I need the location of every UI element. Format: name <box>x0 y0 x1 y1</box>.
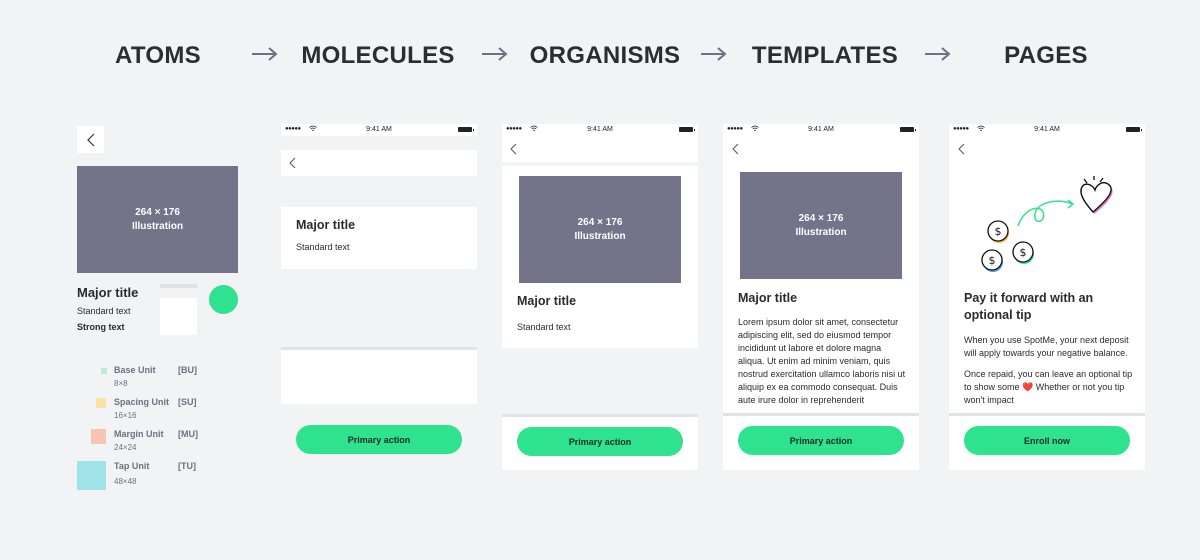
arrow-right-icon <box>700 44 728 64</box>
phone-molecules: ●●●●● 9:41 AM Major title Standard text … <box>281 124 477 470</box>
illustration-size: 264 × 176 <box>798 212 844 224</box>
unit-abbr: [SU] <box>178 397 197 407</box>
unit-swatch <box>96 398 106 408</box>
illustration-label: Illustration <box>795 226 847 238</box>
status-bar: ●●●●● 9:41 AM <box>949 124 1145 136</box>
major-title: Major title <box>77 285 139 300</box>
battery-icon <box>458 127 474 132</box>
unit-size: 48×48 <box>114 477 137 486</box>
illustration-placeholder: 264 × 176 Illustration <box>77 166 238 273</box>
battery-icon <box>1126 127 1142 132</box>
stage-title-templates: TEMPLATES <box>751 42 899 69</box>
major-title: Major title <box>517 294 577 308</box>
unit-name: Spacing Unit <box>114 397 170 407</box>
status-time: 9:41 AM <box>1034 126 1060 133</box>
unit-swatch <box>101 368 107 374</box>
paragraph-1: When you use SpotMe, your next deposit w… <box>964 335 1129 358</box>
nav-bar <box>281 150 477 176</box>
chevron-left-icon[interactable] <box>510 143 517 155</box>
strong-text: Strong text <box>77 322 125 332</box>
unit-name: Margin Unit <box>114 429 164 439</box>
stage-title-atoms: ATOMS <box>115 42 201 69</box>
status-time: 9:41 AM <box>808 126 834 133</box>
status-time: 9:41 AM <box>587 126 613 133</box>
standard-text: Standard text <box>296 242 350 252</box>
illustration-label: Illustration <box>131 220 184 232</box>
loop-arrow <box>1017 200 1074 227</box>
svg-text:$: $ <box>989 254 996 267</box>
back-button[interactable] <box>77 126 104 153</box>
unit-swatch <box>77 461 106 490</box>
footer: Primary action <box>502 417 698 470</box>
stage-title-molecules: MOLECULES <box>301 42 455 69</box>
status-time: 9:41 AM <box>366 126 392 133</box>
body-text: Lorem ipsum dolor sit amet, consectetur … <box>738 317 906 405</box>
heart-icon <box>1080 176 1113 214</box>
stage-title-organisms: ORGANISMS <box>529 42 681 69</box>
illustration-size: 264 × 176 <box>577 216 623 228</box>
unit-abbr: [TU] <box>178 461 196 471</box>
phone-pages: ●●●●● 9:41 AM $ $ $ Pay it forward with … <box>949 124 1145 470</box>
paragraph-2: Once repaid, you can leave an optional t… <box>964 369 1133 405</box>
illustration-size: 264 × 176 <box>135 206 180 218</box>
body-scroll[interactable]: Lorem ipsum dolor sit amet, consectetur … <box>738 316 908 413</box>
unit-swatch <box>91 429 106 444</box>
status-bar: ●●●●● 9:41 AM <box>502 124 698 136</box>
primary-color-swatch <box>209 285 238 314</box>
tip-illustration: $ $ $ <box>981 176 1113 272</box>
standard-text: Standard text <box>517 322 571 332</box>
primary-action-button[interactable]: Primary action <box>738 426 904 455</box>
battery-icon <box>679 127 695 132</box>
standard-text: Standard text <box>77 306 131 316</box>
unit-size: 8×8 <box>114 379 128 388</box>
illustration-placeholder: 264 × 176 Illustration <box>740 172 902 279</box>
divider <box>160 284 197 288</box>
svg-text:$: $ <box>1020 246 1027 259</box>
battery-icon <box>900 127 916 132</box>
illustration-label: Illustration <box>574 230 626 242</box>
arrow-right-icon <box>251 44 279 64</box>
unit-size: 24×24 <box>114 443 137 452</box>
major-title: Major title <box>296 218 356 232</box>
body-scroll[interactable]: When you use SpotMe, your next deposit w… <box>964 334 1136 414</box>
unit-name: Tap Unit <box>114 461 150 471</box>
chevron-left-icon[interactable] <box>732 143 739 155</box>
footer-card <box>281 350 477 404</box>
content-card: Major title Standard text <box>281 207 477 269</box>
chevron-left-icon <box>86 133 94 146</box>
chevron-left-icon[interactable] <box>289 157 296 169</box>
enroll-now-button[interactable]: Enroll now <box>964 426 1130 455</box>
stage-title-pages: PAGES <box>1004 42 1088 69</box>
coin-icon: $ <box>981 249 1003 272</box>
page-title: Pay it forward with an optional tip <box>964 291 1094 322</box>
coin-icon: $ <box>1012 241 1034 264</box>
coin-icon: $ <box>987 220 1009 243</box>
status-bar: ●●●●● 9:41 AM <box>281 124 477 136</box>
phone-templates: ●●●●● 9:41 AM 264 × 176 Illustration Maj… <box>723 124 919 470</box>
major-title: Major title <box>738 291 798 305</box>
svg-text:$: $ <box>995 225 1002 238</box>
unit-size: 16×16 <box>114 411 137 420</box>
primary-action-button[interactable]: Primary action <box>296 425 462 454</box>
card-surface <box>160 298 197 335</box>
phone-organisms: ●●●●● 9:41 AM 264 × 176 Illustration Maj… <box>502 124 698 470</box>
primary-action-button[interactable]: Primary action <box>517 427 683 456</box>
footer: Enroll now <box>949 416 1145 470</box>
unit-abbr: [BU] <box>178 365 197 375</box>
status-bar: ●●●●● 9:41 AM <box>723 124 919 136</box>
unit-abbr: [MU] <box>178 429 198 439</box>
chevron-left-icon[interactable] <box>958 143 965 155</box>
nav-bar <box>502 136 698 162</box>
content-card: 264 × 176 Illustration Major title Stand… <box>502 166 698 348</box>
illustration-placeholder: 264 × 176 Illustration <box>519 176 681 283</box>
footer: Primary action <box>723 416 919 470</box>
unit-name: Base Unit <box>114 365 156 375</box>
